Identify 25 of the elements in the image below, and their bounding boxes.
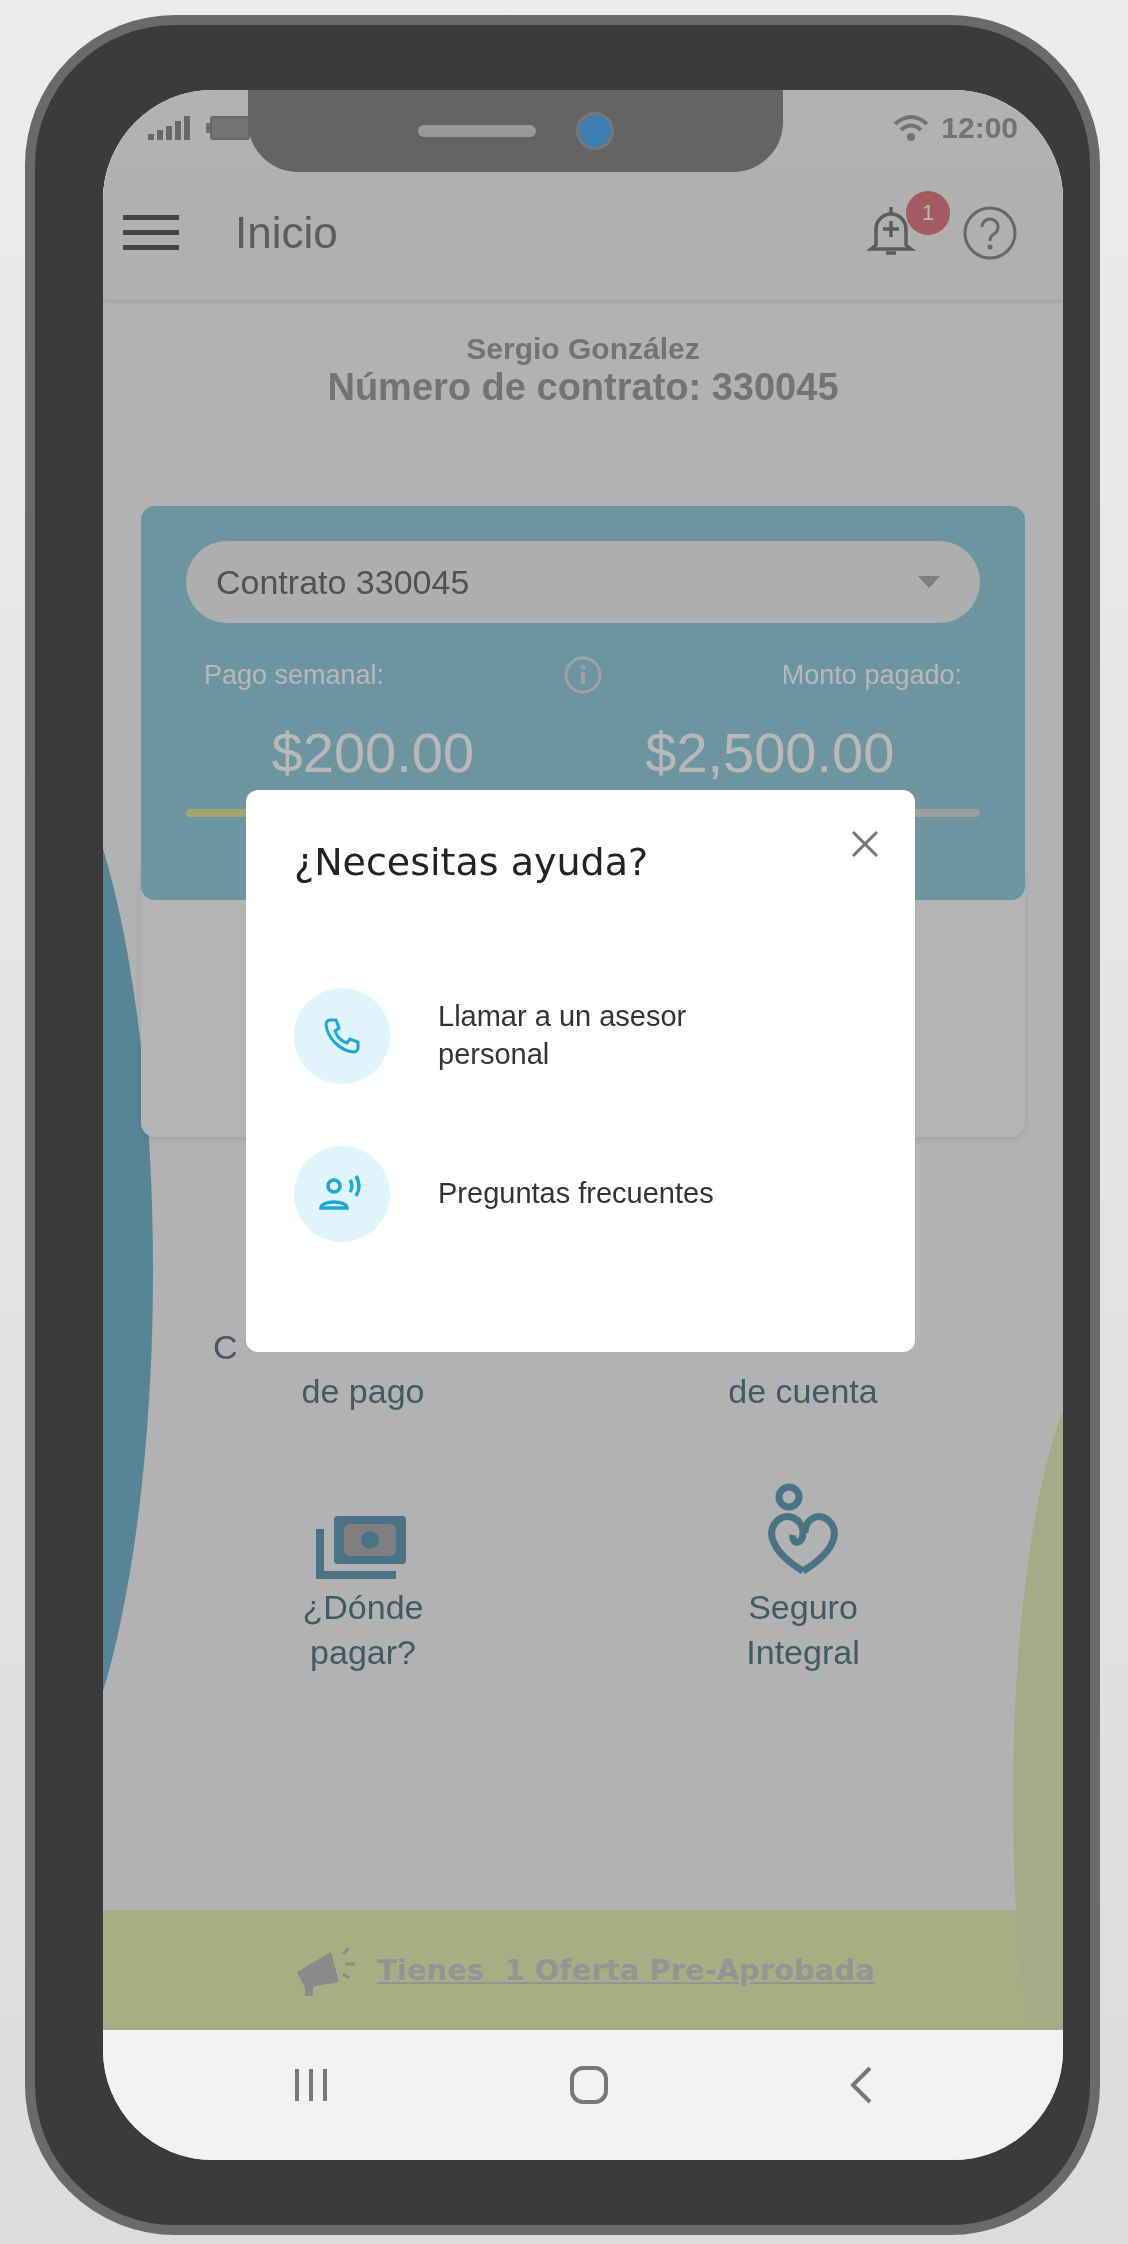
dialog-option[interactable]: Preguntas frecuentes xyxy=(438,1175,714,1213)
caret-icon xyxy=(918,576,940,588)
weekly-payment-amount: $200.00 xyxy=(271,720,475,785)
contract-dropdown[interactable]: Contrato 330045 xyxy=(186,541,980,623)
shortcut-label[interactable]: ¿Dónde pagar? xyxy=(302,1585,424,1674)
shortcut-label[interactable]: de cuenta xyxy=(653,1369,953,1414)
amount-paid-value: $2,500.00 xyxy=(645,720,895,785)
shortcut-label[interactable]: Seguro Integral xyxy=(746,1585,860,1674)
back-icon[interactable] xyxy=(849,2065,873,2105)
amount-paid-label: Monto pagado: xyxy=(781,659,962,691)
close-icon[interactable] xyxy=(851,830,879,858)
recent-apps-icon[interactable] xyxy=(293,2067,329,2103)
status-time: 12:00 xyxy=(941,110,1018,145)
battery-icon xyxy=(206,115,250,140)
help-icon[interactable] xyxy=(962,204,1018,261)
customer-name: Sergio González xyxy=(466,332,700,366)
dialog-title: ¿Necesitas ayuda? xyxy=(294,840,650,884)
screen-title: Inicio xyxy=(235,207,339,258)
menu-icon[interactable] xyxy=(123,212,179,253)
home-icon[interactable] xyxy=(569,2065,609,2105)
wifi-icon xyxy=(893,113,930,142)
dialog-option[interactable]: Llamar a un asesor personal xyxy=(438,998,687,1074)
notification-badge: 1 xyxy=(906,190,950,235)
contract-number: Número de contrato: 330045 xyxy=(327,366,839,409)
weekly-payment-label: Pago semanal: xyxy=(204,659,385,691)
